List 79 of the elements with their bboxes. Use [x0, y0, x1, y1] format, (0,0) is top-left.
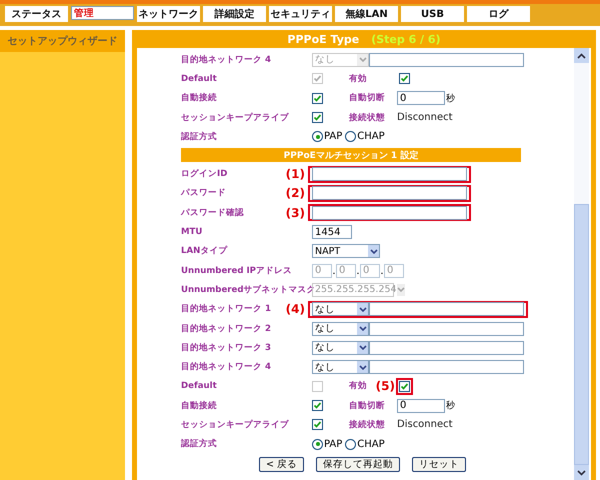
- field-label: 目的地ネットワーク 3: [181, 342, 271, 354]
- input-field[interactable]: [369, 322, 524, 336]
- input-field[interactable]: 0: [397, 398, 445, 413]
- input-field[interactable]: [369, 302, 524, 316]
- checkbox[interactable]: [312, 112, 323, 124]
- field-label: 目的地ネットワーク 4: [181, 54, 271, 66]
- form-button[interactable]: < 戻る: [259, 456, 304, 472]
- field-label: MTU: [181, 227, 202, 238]
- radio-option[interactable]: PAP: [312, 438, 342, 450]
- status-text: Disconnect: [397, 419, 453, 430]
- panel-title: PPPoE Type: [287, 32, 360, 46]
- nav-tab[interactable]: ログ: [467, 6, 530, 22]
- nav-tab[interactable]: 詳細設定: [203, 6, 266, 22]
- field-label: Unnumbered IPアドレス: [181, 264, 292, 277]
- annotation-number: (1): [286, 167, 305, 182]
- nav-tab[interactable]: 管理: [71, 6, 134, 20]
- field-label: 自動接続: [181, 400, 217, 412]
- network-select[interactable]: なし: [312, 322, 369, 336]
- separator-text: .: [332, 266, 336, 278]
- separator-text: .: [356, 266, 360, 278]
- annotation-number: (2): [286, 186, 305, 200]
- radio-option[interactable]: CHAP: [345, 438, 385, 450]
- separator-text: .: [380, 266, 384, 278]
- field-label: 有効: [349, 380, 367, 392]
- field-label: 自動切断: [349, 400, 386, 412]
- checkbox[interactable]: [312, 92, 323, 104]
- input-field[interactable]: 1454: [312, 225, 352, 240]
- checkbox[interactable]: [312, 419, 323, 430]
- form-button[interactable]: リセット: [412, 456, 466, 472]
- scrollbar[interactable]: [574, 48, 589, 480]
- annotation-number: (5): [376, 379, 395, 394]
- input-field[interactable]: 0: [397, 91, 445, 106]
- input-field[interactable]: [312, 206, 467, 220]
- input-field[interactable]: [369, 360, 524, 374]
- status-text: Disconnect: [397, 112, 453, 124]
- nav-tab[interactable]: ステータス: [5, 6, 68, 22]
- step-indicator: (Step 6 / 6): [371, 32, 441, 46]
- field-label: 目的地ネットワーク 2: [181, 322, 271, 334]
- field-label: 接続状態: [349, 418, 386, 431]
- field-label: パスワード: [181, 187, 226, 200]
- scroll-up-icon[interactable]: [574, 48, 589, 63]
- annotation-number: (3): [286, 206, 305, 220]
- field-label: Default: [181, 74, 217, 84]
- field-label: 認証方式: [181, 130, 217, 143]
- input-field[interactable]: [369, 52, 524, 67]
- section-header: PPPoEマルチセッション 1 設定: [181, 148, 521, 162]
- nav-tab[interactable]: USB: [401, 6, 464, 22]
- field-label: 自動接続: [181, 92, 217, 104]
- nav-tab[interactable]: ネットワーク: [137, 6, 200, 22]
- field-label: Default: [181, 381, 217, 392]
- field-label: 接続状態: [349, 112, 386, 124]
- scroll-thumb[interactable]: [574, 204, 589, 465]
- form-button[interactable]: 保存して再起動: [316, 456, 400, 472]
- field-label: セッションキープアライブ: [181, 418, 289, 431]
- network-select[interactable]: なし: [312, 340, 369, 355]
- radio-option[interactable]: CHAP: [345, 131, 385, 142]
- field-label: LANタイプ: [181, 245, 228, 258]
- field-label: パスワード確認: [181, 206, 244, 219]
- annotation-number: (4): [286, 302, 305, 316]
- field-label: 自動切断: [349, 92, 386, 104]
- field-label: セッションキープアライブ: [181, 112, 289, 124]
- input-field[interactable]: [312, 186, 467, 200]
- scroll-down-icon[interactable]: [574, 465, 589, 480]
- unit-label: 秒: [446, 92, 455, 105]
- unit-label: 秒: [446, 400, 455, 412]
- nav-tab[interactable]: 無線LAN: [335, 6, 398, 22]
- field-label: 目的地ネットワーク 1: [181, 303, 271, 316]
- network-select[interactable]: なし: [312, 302, 369, 316]
- checkbox[interactable]: [312, 400, 323, 412]
- field-label: 認証方式: [181, 438, 217, 450]
- select-field[interactable]: NAPT: [312, 244, 380, 258]
- radio-option[interactable]: PAP: [312, 131, 342, 142]
- field-label: 有効: [349, 72, 367, 85]
- input-field[interactable]: [369, 340, 524, 355]
- field-label: 目的地ネットワーク 4: [181, 361, 271, 374]
- input-field[interactable]: [312, 167, 467, 182]
- network-select[interactable]: なし: [312, 360, 369, 374]
- nav-tab[interactable]: セキュリティ: [269, 6, 332, 22]
- field-label: ログインID: [181, 168, 228, 180]
